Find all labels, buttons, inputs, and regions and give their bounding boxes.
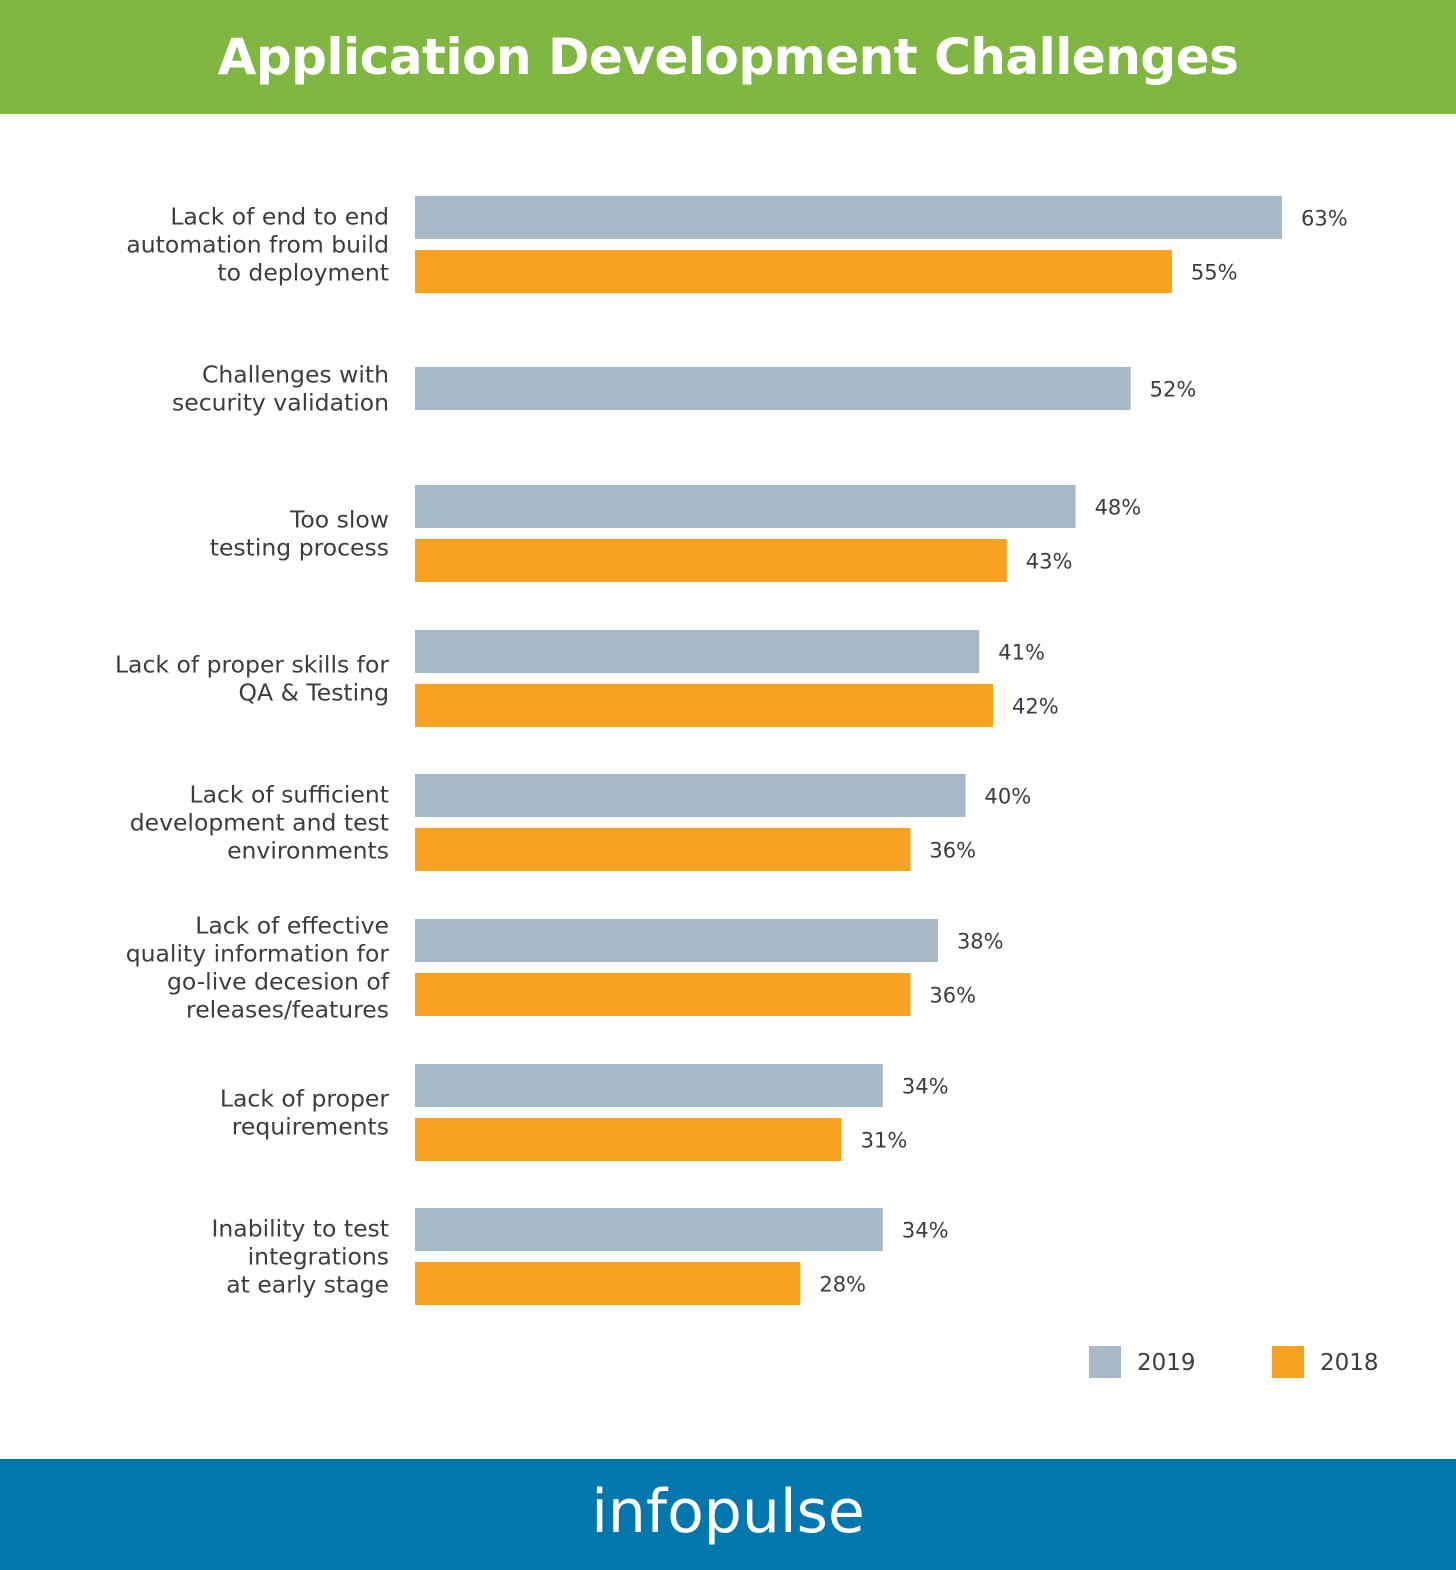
bar-2018 (415, 1262, 801, 1305)
category-labels: Lack of end to end automation from build t… (115, 203, 390, 1299)
category-label: Lack of effective quality information for… (126, 912, 390, 1024)
bar-2019 (415, 774, 966, 817)
value-label: 38% (957, 930, 1004, 954)
bar-2019 (415, 196, 1282, 239)
legend-swatch-2019 (1089, 1346, 1121, 1378)
value-label: 36% (929, 984, 976, 1008)
value-label: 42% (1012, 695, 1059, 719)
bar-2019 (415, 1208, 883, 1251)
bar-2019 (415, 630, 980, 673)
footer-banner: infopulse (0, 1459, 1456, 1570)
category-label: Lack of sufficient development and test en… (130, 781, 389, 865)
brand-logo: infopulse (591, 1476, 865, 1547)
value-label: 31% (861, 1129, 908, 1153)
value-label: 28% (819, 1273, 866, 1297)
bar-2019 (415, 485, 1076, 528)
value-label: 55% (1191, 261, 1238, 285)
bar-2018 (415, 539, 1007, 582)
bar-2018 (415, 1118, 842, 1161)
category-label: Challenges with security validation (172, 361, 389, 417)
value-label: 34% (902, 1219, 949, 1243)
bar-2019 (415, 1064, 883, 1107)
bar-2018 (415, 828, 911, 871)
value-label: 52% (1150, 378, 1197, 402)
legend-swatch-2018 (1272, 1346, 1304, 1378)
header-banner: Application Development Challenges (0, 0, 1456, 114)
value-label: 36% (929, 839, 976, 863)
legend: 2019 2018 (1089, 1346, 1379, 1378)
chart-title: Application Development Challenges (217, 28, 1239, 86)
category-label: Lack of end to end automation from build t… (126, 203, 389, 287)
category-label: Lack of proper skills for QA & Testing (115, 651, 389, 707)
value-label: 63% (1301, 207, 1348, 231)
value-label: 40% (984, 785, 1031, 809)
category-label: Lack of proper requirements (220, 1085, 389, 1141)
legend-label: 2019 (1137, 1350, 1196, 1376)
category-label: Too slow testing process (210, 506, 389, 562)
bar-2018 (415, 684, 993, 727)
category-label: Inability to test integrations at early st… (211, 1215, 389, 1299)
bar-2018 (415, 973, 911, 1016)
bar-2019 (415, 367, 1131, 410)
value-label: 41% (998, 641, 1045, 665)
value-label: 48% (1095, 496, 1142, 520)
value-label: 43% (1026, 550, 1073, 574)
bars (415, 196, 1282, 1305)
bar-2018 (415, 250, 1172, 293)
value-label: 34% (902, 1075, 949, 1099)
bar-2019 (415, 919, 938, 962)
bar-chart: Lack of end to end automation from build t… (115, 196, 1379, 1378)
legend-label: 2018 (1320, 1350, 1379, 1376)
